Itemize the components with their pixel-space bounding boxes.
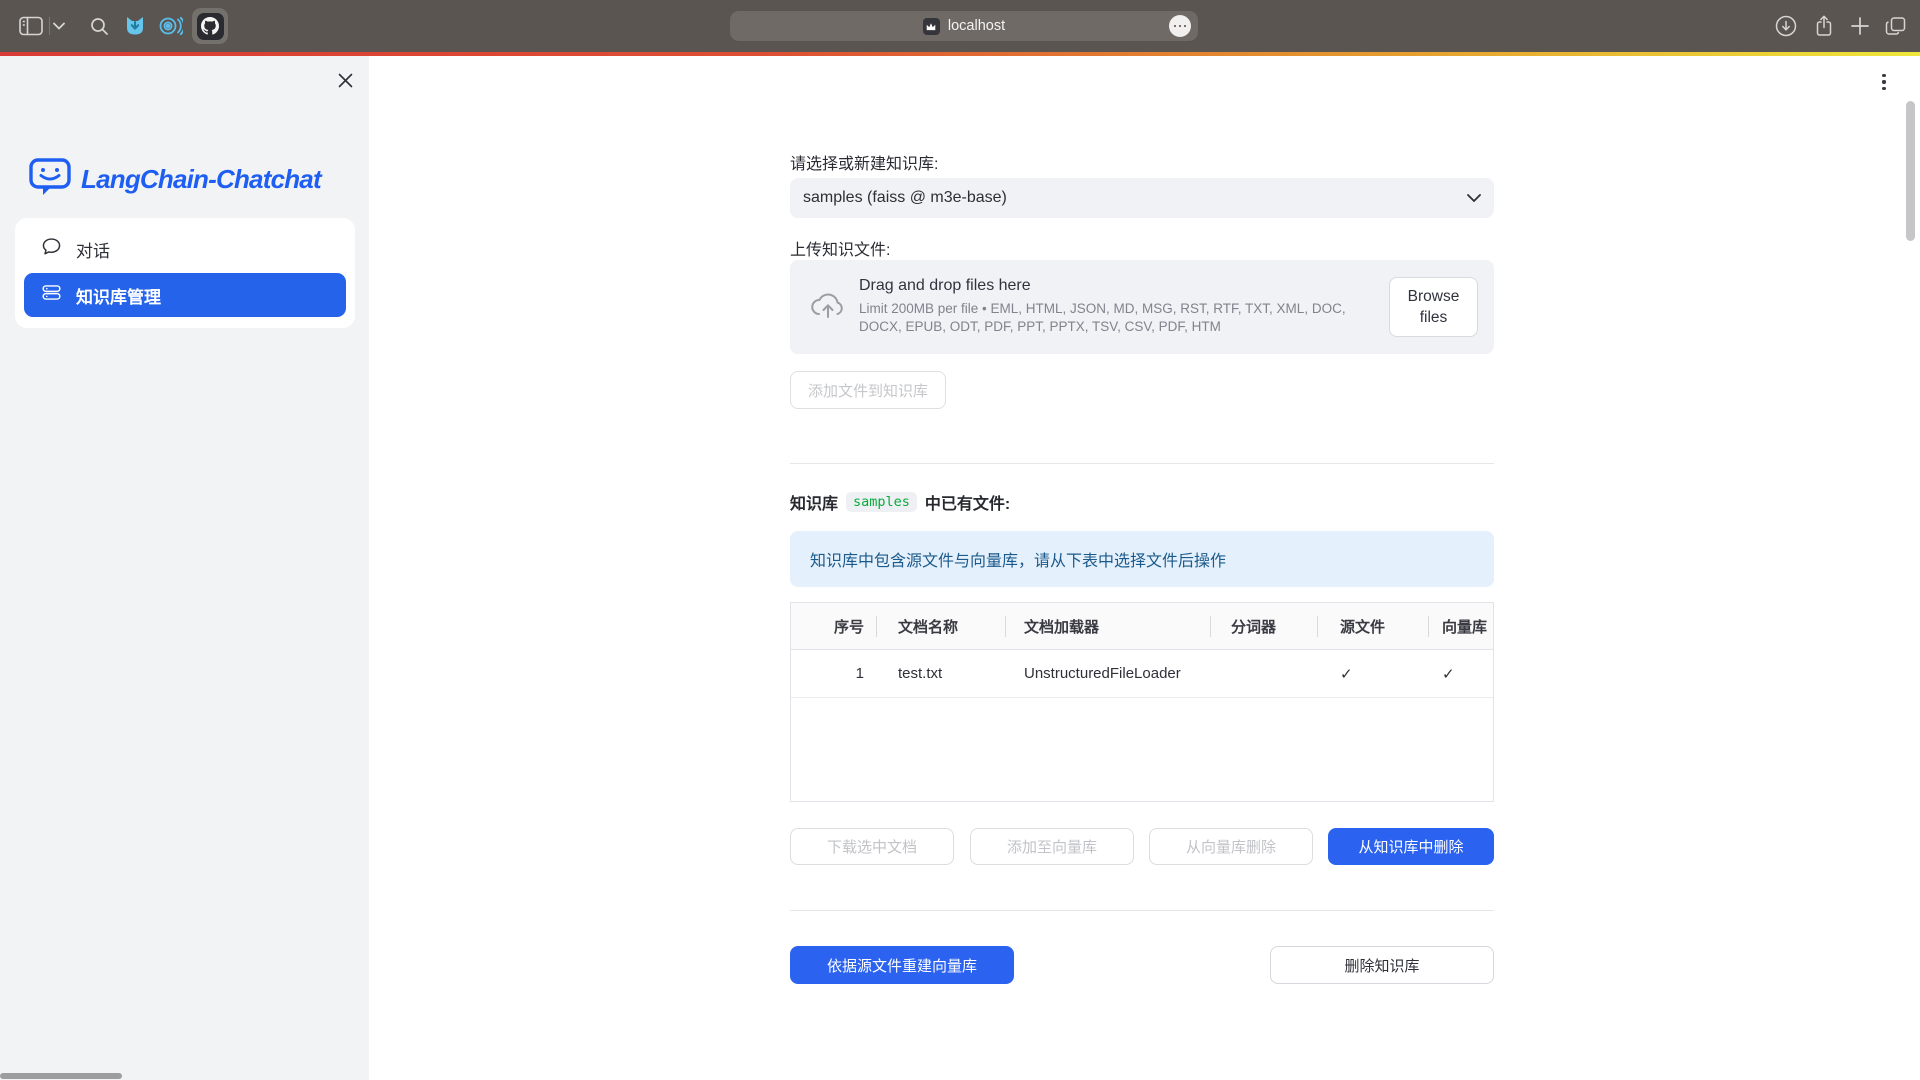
tab-overview-icon[interactable] bbox=[1882, 13, 1908, 39]
kb-name-code: samples bbox=[846, 492, 917, 512]
vertical-scrollbar[interactable] bbox=[1906, 101, 1915, 241]
logo-text: LangChain-Chatchat bbox=[81, 164, 321, 195]
delete-from-vector-store-button[interactable]: 从向量库删除 bbox=[1149, 828, 1313, 865]
heading-prefix: 知识库 bbox=[790, 490, 838, 514]
col-header-index: 序号 bbox=[791, 603, 876, 649]
site-favicon bbox=[923, 18, 940, 35]
main-content: 请选择或新建知识库: samples (faiss @ m3e-base) 上传… bbox=[369, 56, 1920, 1080]
app-page: LangChain-Chatchat 对话 bbox=[0, 56, 1920, 1080]
chat-bubble-icon bbox=[41, 236, 62, 262]
extension-cat-icon[interactable] bbox=[122, 13, 148, 39]
rebuild-vector-store-button[interactable]: 依据源文件重建向量库 bbox=[790, 946, 1014, 984]
cell-vector-check: ✓ bbox=[1428, 650, 1493, 697]
address-url: localhost bbox=[948, 18, 1005, 34]
browser-toolbar: localhost bbox=[0, 0, 1920, 52]
sidebar-close-icon[interactable] bbox=[331, 66, 359, 94]
streamlit-menu-icon[interactable] bbox=[1874, 69, 1894, 95]
dropzone-title: Drag and drop files here bbox=[859, 277, 1371, 295]
delete-from-kb-button[interactable]: 从知识库中删除 bbox=[1328, 828, 1494, 865]
logo-chat-bubble-icon bbox=[28, 156, 72, 203]
col-header-vector-store: 向量库 bbox=[1428, 603, 1493, 649]
cell-index: 1 bbox=[791, 650, 876, 697]
sidebar-item-label: 知识库管理 bbox=[76, 283, 161, 308]
row-action-buttons: 下载选中文档 添加至向量库 从向量库删除 从知识库中删除 bbox=[790, 828, 1494, 866]
sidebar: LangChain-Chatchat 对话 bbox=[0, 56, 369, 1080]
file-dropzone[interactable]: Drag and drop files here Limit 200MB per… bbox=[790, 260, 1494, 354]
browse-files-button[interactable]: Browse files bbox=[1389, 277, 1478, 337]
table-header: 序号 文档名称 文档加载器 分词器 源文件 向量库 bbox=[791, 603, 1493, 650]
table-row[interactable]: 1 test.txt UnstructuredFileLoader ✓ ✓ bbox=[791, 650, 1493, 698]
col-header-source-file: 源文件 bbox=[1317, 603, 1428, 649]
download-selected-button[interactable]: 下载选中文档 bbox=[790, 828, 954, 865]
search-icon[interactable] bbox=[86, 13, 112, 39]
files-table: 序号 文档名称 文档加载器 分词器 源文件 向量库 1 test.txt Uns… bbox=[790, 602, 1494, 802]
chevron-down-icon bbox=[1467, 189, 1481, 207]
share-icon[interactable] bbox=[1811, 13, 1837, 39]
extension-github-icon[interactable] bbox=[192, 8, 228, 44]
add-files-to-kb-button[interactable]: 添加文件到知识库 bbox=[790, 371, 946, 409]
divider bbox=[790, 463, 1494, 464]
divider bbox=[790, 910, 1494, 911]
dropzone-texts: Drag and drop files here Limit 200MB per… bbox=[859, 277, 1371, 336]
sidebar-item-dialogue[interactable]: 对话 bbox=[24, 227, 346, 271]
cell-source-check: ✓ bbox=[1317, 650, 1428, 697]
sidebar-nav: 对话 知识库管理 bbox=[15, 218, 355, 328]
cell-splitter bbox=[1210, 650, 1317, 697]
info-banner: 知识库中包含源文件与向量库，请从下表中选择文件后操作 bbox=[790, 531, 1494, 587]
upload-label: 上传知识文件: bbox=[790, 236, 890, 260]
col-header-loader: 文档加载器 bbox=[1005, 603, 1210, 649]
screen: localhost bbox=[0, 0, 1920, 1080]
address-more-icon[interactable] bbox=[1169, 15, 1191, 37]
horizontal-scrollbar[interactable] bbox=[0, 1073, 122, 1079]
kb-select[interactable]: samples (faiss @ m3e-base) bbox=[790, 178, 1494, 218]
extension-circles-icon[interactable] bbox=[157, 13, 183, 39]
sidebar-chevron-icon[interactable] bbox=[50, 13, 68, 39]
cloud-upload-icon bbox=[809, 288, 847, 327]
dropzone-limit: Limit 200MB per file • EML, HTML, JSON, … bbox=[859, 300, 1371, 336]
col-header-splitter: 分词器 bbox=[1210, 603, 1317, 649]
col-header-doc-name: 文档名称 bbox=[876, 603, 1005, 649]
heading-suffix: 中已有文件: bbox=[925, 490, 1010, 514]
kb-files-heading: 知识库 samples 中已有文件: bbox=[790, 490, 1010, 514]
address-bar[interactable]: localhost bbox=[730, 11, 1198, 41]
cell-doc-name: test.txt bbox=[876, 650, 1005, 697]
sidebar-toggle-icon[interactable] bbox=[18, 13, 44, 39]
downloads-icon[interactable] bbox=[1773, 13, 1799, 39]
sidebar-item-knowledge-base[interactable]: 知识库管理 bbox=[24, 273, 346, 317]
sidebar-item-label: 对话 bbox=[76, 237, 110, 262]
delete-kb-button[interactable]: 删除知识库 bbox=[1270, 946, 1494, 984]
app-logo: LangChain-Chatchat bbox=[28, 156, 321, 203]
kb-select-label: 请选择或新建知识库: bbox=[790, 150, 938, 174]
kb-select-value: samples (faiss @ m3e-base) bbox=[803, 189, 1467, 207]
database-stack-icon bbox=[41, 282, 62, 308]
add-to-vector-store-button[interactable]: 添加至向量库 bbox=[970, 828, 1134, 865]
kb-action-buttons: 依据源文件重建向量库 删除知识库 bbox=[790, 946, 1494, 984]
new-tab-icon[interactable] bbox=[1847, 13, 1873, 39]
cell-loader: UnstructuredFileLoader bbox=[1005, 650, 1210, 697]
